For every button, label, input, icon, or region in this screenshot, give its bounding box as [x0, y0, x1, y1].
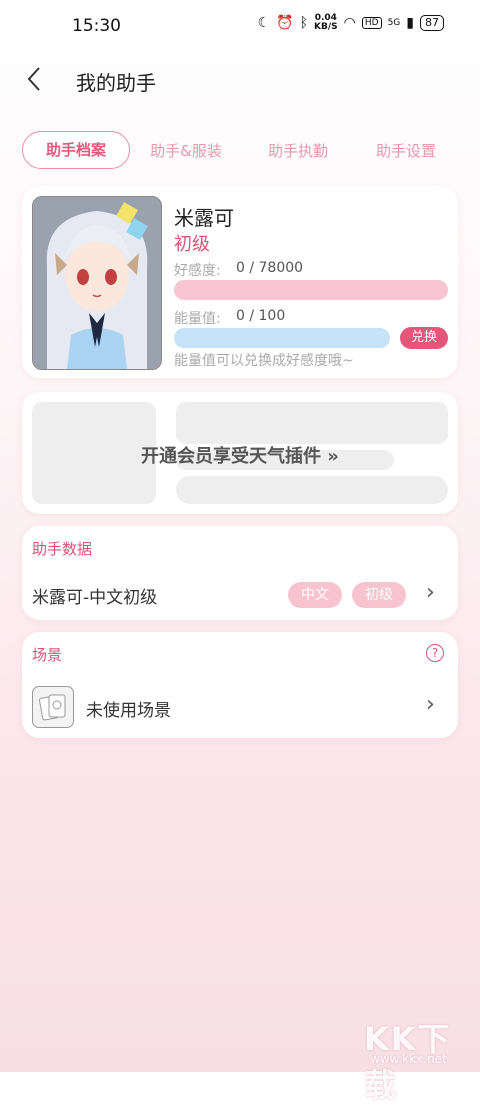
scene-cards-icon — [39, 694, 66, 721]
moon-icon: ☾ — [257, 15, 271, 31]
weather-plugin-card[interactable]: 开通会员享受天气插件 » — [22, 392, 458, 514]
back-arrow-icon — [27, 67, 40, 91]
signal-label: 5G — [387, 18, 401, 28]
tag-level: 初级 — [352, 582, 406, 608]
assistant-level: 初级 — [174, 234, 210, 255]
chevron-right-icon[interactable]: › — [426, 692, 435, 717]
assistant-data-title: 助手数据 — [32, 540, 93, 558]
energy-progress-bar — [174, 328, 390, 348]
exchange-button[interactable]: 兑换 — [400, 327, 448, 349]
favor-label: 好感度: — [174, 263, 221, 279]
scene-item[interactable]: 未使用场景 — [86, 696, 171, 721]
page-title: 我的助手 — [76, 71, 156, 95]
tab-assistant-duty[interactable]: 助手执勤 — [266, 140, 330, 161]
scene-card: 场景 ? 未使用场景 › — [22, 632, 458, 738]
energy-label: 能量值: — [174, 311, 221, 327]
tag-language: 中文 — [288, 582, 342, 608]
bluetooth-icon: ᛒ — [299, 15, 309, 31]
scene-title: 场景 — [32, 646, 63, 664]
energy-hint: 能量值可以兑换成好感度哦~ — [174, 353, 354, 369]
avatar[interactable] — [32, 196, 162, 370]
tab-bar: 助手档案 助手&服装 助手执勤 助手设置 — [22, 130, 458, 170]
favor-progress-bar — [174, 280, 448, 300]
watermark-url: www.kkx.net — [370, 1052, 447, 1066]
weather-placeholder-line — [176, 402, 448, 444]
weather-placeholder-line — [176, 476, 448, 504]
back-button[interactable] — [22, 64, 52, 94]
assistant-data-item[interactable]: 米露可-中文初级 — [32, 583, 157, 608]
net-speed: 0.04 KB/S — [314, 14, 338, 32]
wifi-icon: ◠ — [343, 15, 356, 31]
alarm-icon: ⏰ — [276, 15, 294, 31]
tab-assistant-profile[interactable]: 助手档案 — [22, 131, 130, 169]
chevron-right-icon[interactable]: › — [426, 580, 435, 605]
help-icon[interactable]: ? — [426, 644, 444, 662]
tab-assistant-settings[interactable]: 助手设置 — [374, 140, 438, 161]
scene-icon — [32, 686, 74, 728]
energy-value: 0 / 100 — [236, 308, 286, 324]
hd-badge: HD — [361, 17, 382, 29]
assistant-name: 米露可 — [174, 206, 234, 230]
favor-value: 0 / 78000 — [236, 260, 304, 276]
status-icons: ☾ ⏰ ᛒ 0.04 KB/S ◠ HD 5G ▮ 87 — [258, 14, 444, 32]
signal-icon: ▮ — [406, 15, 414, 31]
weather-vip-link[interactable]: 开通会员享受天气插件 » — [22, 442, 458, 468]
assistant-data-card: 助手数据 米露可-中文初级 中文 初级 › — [22, 526, 458, 620]
battery: 87 — [420, 15, 444, 31]
character-portrait — [33, 197, 161, 369]
net-speed-unit: KB/S — [314, 22, 338, 32]
profile-card: 米露可 初级 好感度: 0 / 78000 能量值: 0 / 100 兑换 能量… — [22, 186, 458, 378]
status-time: 15:30 — [72, 16, 121, 36]
tab-assistant-outfit[interactable]: 助手&服装 — [148, 140, 224, 161]
